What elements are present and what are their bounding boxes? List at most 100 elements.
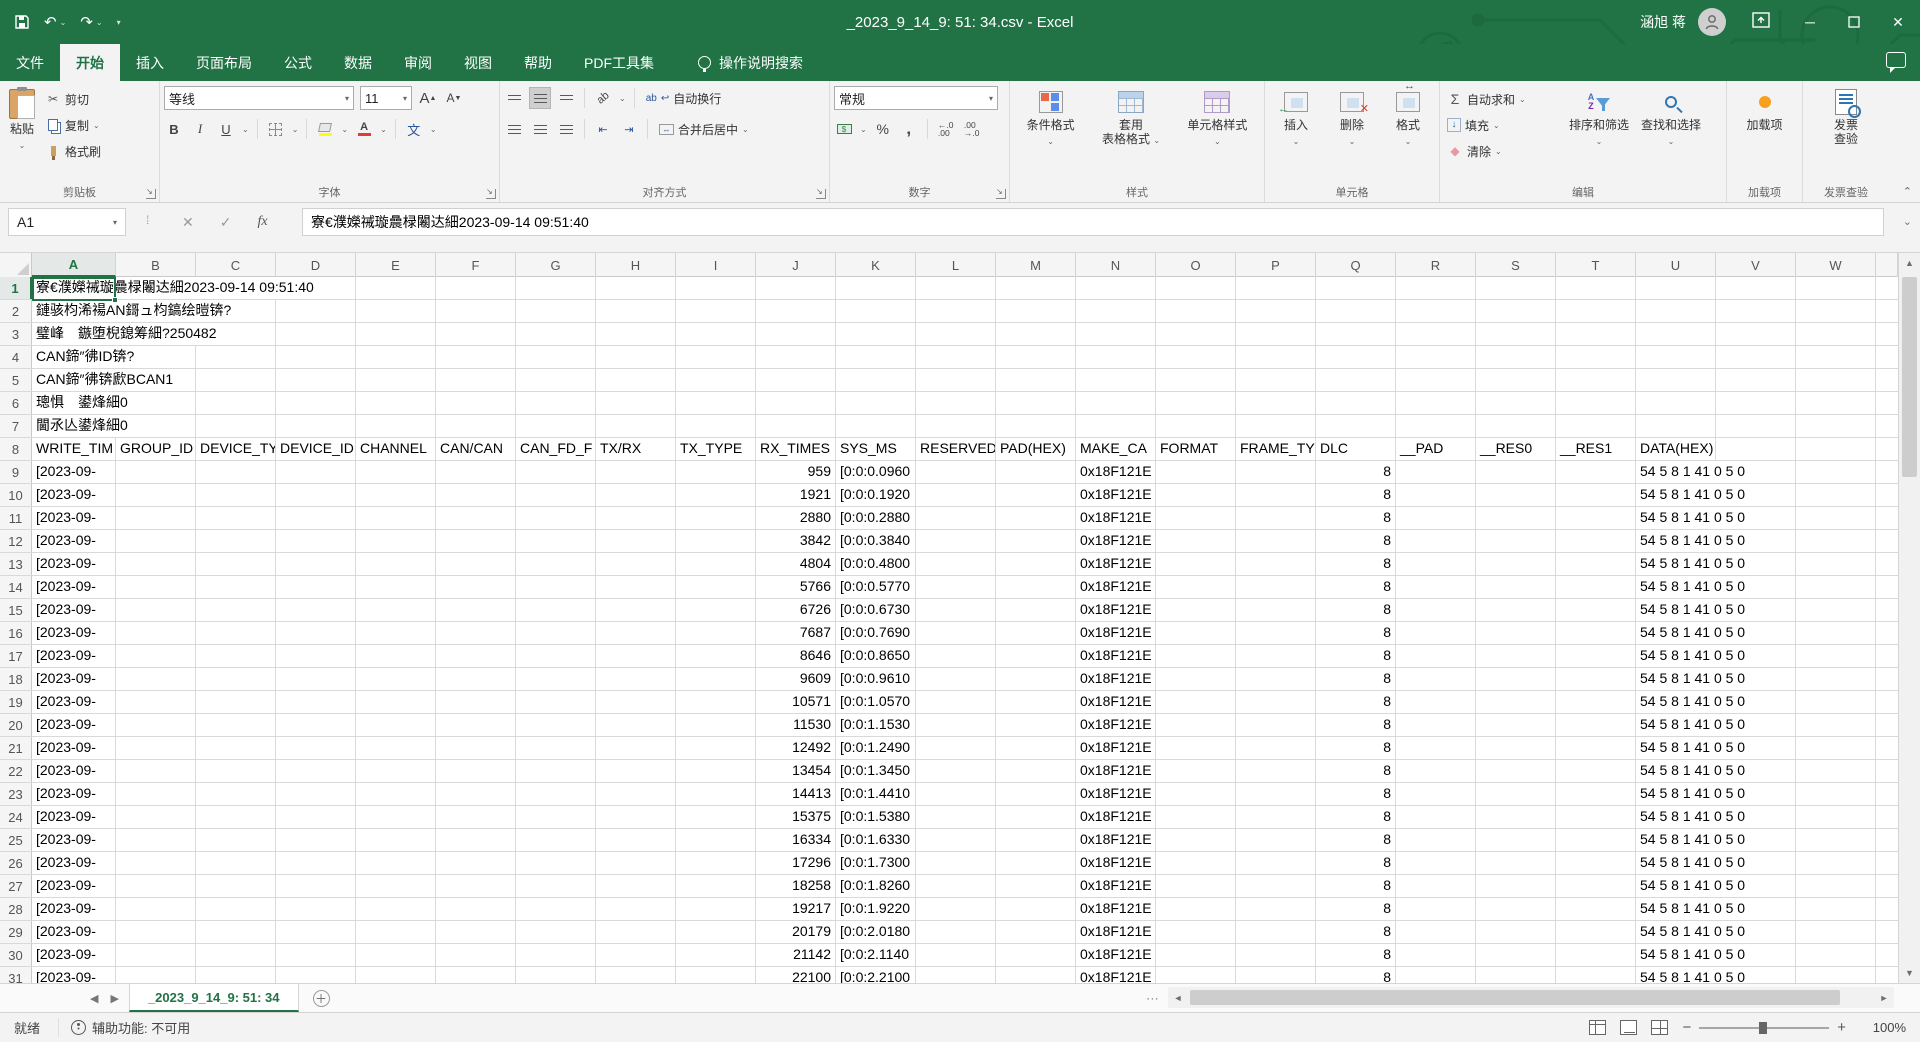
cell-H21[interactable]	[596, 737, 676, 759]
cell-O22[interactable]	[1156, 760, 1236, 782]
column-header-A[interactable]: A	[32, 253, 116, 277]
cell-G22[interactable]	[516, 760, 596, 782]
cell-B28[interactable]	[116, 898, 196, 920]
cell-M21[interactable]	[996, 737, 1076, 759]
cell-S24[interactable]	[1476, 806, 1556, 828]
cell-A12[interactable]: [2023-09-	[32, 530, 116, 552]
cell-H13[interactable]	[596, 553, 676, 575]
cell-I2[interactable]	[676, 300, 756, 322]
cell-A26[interactable]: [2023-09-	[32, 852, 116, 874]
cell-D22[interactable]	[276, 760, 356, 782]
cell-M26[interactable]	[996, 852, 1076, 874]
cell-I5[interactable]	[676, 369, 756, 391]
page-break-view-button[interactable]	[1651, 1020, 1668, 1035]
cell-L29[interactable]	[916, 921, 996, 943]
cell-S18[interactable]	[1476, 668, 1556, 690]
column-header-G[interactable]: G	[516, 253, 596, 277]
column-header-J[interactable]: J	[756, 253, 836, 277]
cell-U7[interactable]	[1636, 415, 1716, 437]
cell-H16[interactable]	[596, 622, 676, 644]
cell-J2[interactable]	[756, 300, 836, 322]
new-sheet-button[interactable]: ＋	[313, 984, 330, 1012]
cell-F17[interactable]	[436, 645, 516, 667]
prev-sheet-button[interactable]: ◀	[90, 992, 98, 1005]
cell-R30[interactable]	[1396, 944, 1476, 966]
cell-M5[interactable]	[996, 369, 1076, 391]
cell-O3[interactable]	[1156, 323, 1236, 345]
cell-U4[interactable]	[1636, 346, 1716, 368]
cell-L12[interactable]	[916, 530, 996, 552]
cell-N6[interactable]	[1076, 392, 1156, 414]
cell-G14[interactable]	[516, 576, 596, 598]
cell-E22[interactable]	[356, 760, 436, 782]
cell-E2[interactable]	[356, 300, 436, 322]
cell-V3[interactable]	[1716, 323, 1796, 345]
cell-I9[interactable]	[676, 461, 756, 483]
cell-N12[interactable]: 0x18F121E	[1076, 530, 1156, 552]
cell-P8[interactable]: FRAME_TY	[1236, 438, 1316, 460]
cell-K6[interactable]	[836, 392, 916, 414]
merge-center-button[interactable]: ↔合并后居中⌄	[656, 118, 752, 140]
cell-C10[interactable]	[196, 484, 276, 506]
cell-Q21[interactable]: 8	[1316, 737, 1396, 759]
cell-F11[interactable]	[436, 507, 516, 529]
cell-M17[interactable]	[996, 645, 1076, 667]
cell-A24[interactable]: [2023-09-	[32, 806, 116, 828]
cell-N20[interactable]: 0x18F121E	[1076, 714, 1156, 736]
cell-J10[interactable]: 1921	[756, 484, 836, 506]
cell-Q8[interactable]: DLC	[1316, 438, 1396, 460]
cell-D21[interactable]	[276, 737, 356, 759]
select-all-corner[interactable]	[0, 253, 32, 277]
cell-I12[interactable]	[676, 530, 756, 552]
cell-S21[interactable]	[1476, 737, 1556, 759]
cell-H2[interactable]	[596, 300, 676, 322]
cell-R12[interactable]	[1396, 530, 1476, 552]
cell-O5[interactable]	[1156, 369, 1236, 391]
cell-R4[interactable]	[1396, 346, 1476, 368]
cell-L9[interactable]	[916, 461, 996, 483]
row-header-28[interactable]: 28	[0, 898, 32, 920]
cell-W17[interactable]	[1796, 645, 1876, 667]
cell-C29[interactable]	[196, 921, 276, 943]
zoom-level[interactable]: 100%	[1860, 1020, 1906, 1035]
cell-O20[interactable]	[1156, 714, 1236, 736]
cell-P14[interactable]	[1236, 576, 1316, 598]
cell-R25[interactable]	[1396, 829, 1476, 851]
cell-T28[interactable]	[1556, 898, 1636, 920]
cell-I21[interactable]	[676, 737, 756, 759]
row-header-27[interactable]: 27	[0, 875, 32, 897]
column-header-E[interactable]: E	[356, 253, 436, 277]
cell-F13[interactable]	[436, 553, 516, 575]
cell-N10[interactable]: 0x18F121E	[1076, 484, 1156, 506]
cell-N28[interactable]: 0x18F121E	[1076, 898, 1156, 920]
cell-G20[interactable]	[516, 714, 596, 736]
cell-N3[interactable]	[1076, 323, 1156, 345]
cell-R28[interactable]	[1396, 898, 1476, 920]
cell-V6[interactable]	[1716, 392, 1796, 414]
cell-G6[interactable]	[516, 392, 596, 414]
cell-Q15[interactable]: 8	[1316, 599, 1396, 621]
cell-C22[interactable]	[196, 760, 276, 782]
cell-H9[interactable]	[596, 461, 676, 483]
column-header-B[interactable]: B	[116, 253, 196, 277]
cell-J4[interactable]	[756, 346, 836, 368]
cell-O6[interactable]	[1156, 392, 1236, 414]
cell-P12[interactable]	[1236, 530, 1316, 552]
column-header-K[interactable]: K	[836, 253, 916, 277]
cell-D12[interactable]	[276, 530, 356, 552]
cell-W19[interactable]	[1796, 691, 1876, 713]
cell-S19[interactable]	[1476, 691, 1556, 713]
cell-B22[interactable]	[116, 760, 196, 782]
cell-B9[interactable]	[116, 461, 196, 483]
row-header-8[interactable]: 8	[0, 438, 32, 460]
cell-G30[interactable]	[516, 944, 596, 966]
cell-E17[interactable]	[356, 645, 436, 667]
cell-B17[interactable]	[116, 645, 196, 667]
cell-P19[interactable]	[1236, 691, 1316, 713]
cell-S14[interactable]	[1476, 576, 1556, 598]
cell-F21[interactable]	[436, 737, 516, 759]
row-header-7[interactable]: 7	[0, 415, 32, 437]
cell-V4[interactable]	[1716, 346, 1796, 368]
cell-D13[interactable]	[276, 553, 356, 575]
ribbon-tab-文件[interactable]: 文件	[0, 44, 60, 81]
